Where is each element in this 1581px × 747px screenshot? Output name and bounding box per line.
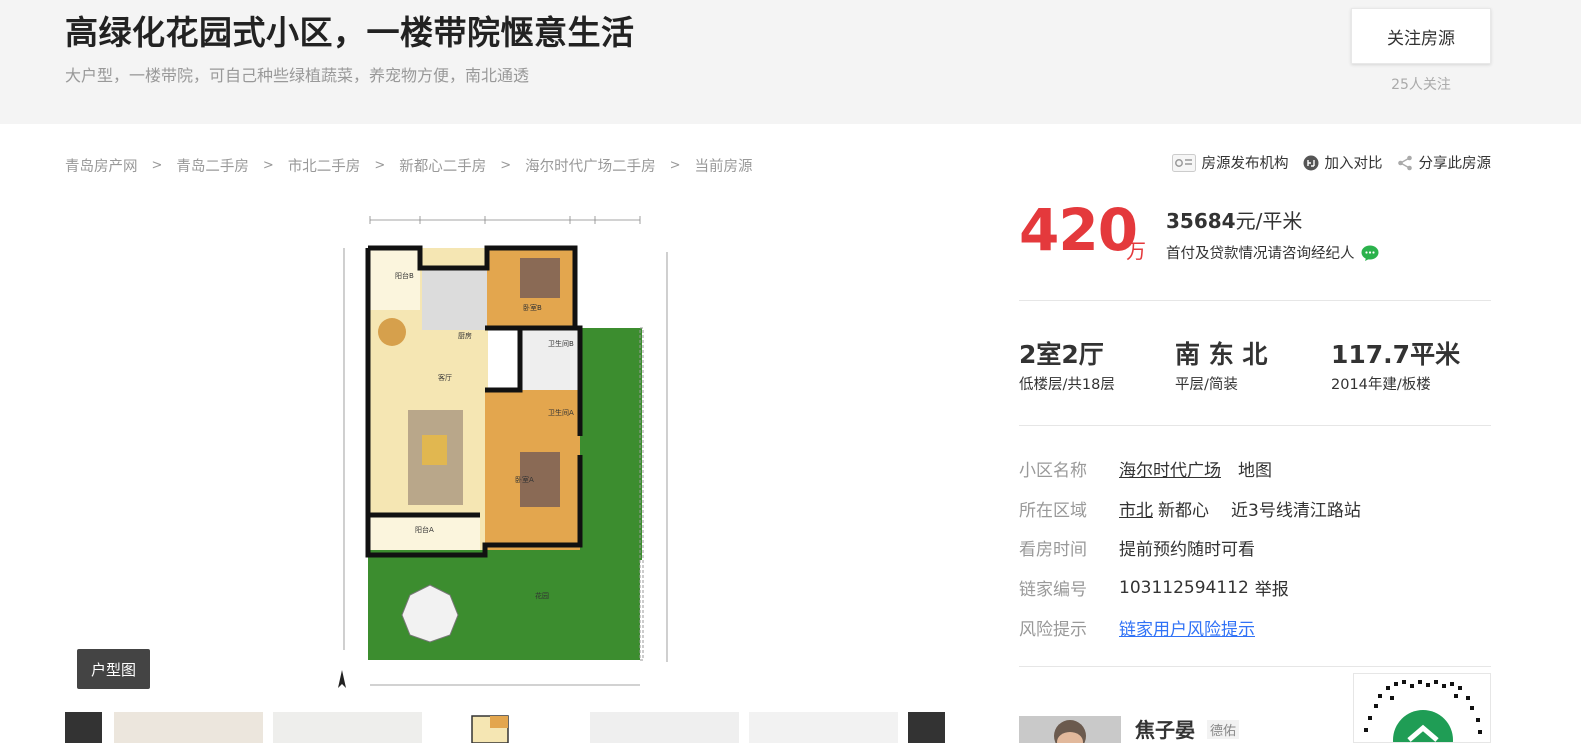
total-price-unit: 万	[1126, 239, 1146, 263]
floor-plan-image[interactable]: 阳台B 厨房 卧室B 卫生间B 客厅 卫生间A 卧室A 阳台A 花园	[330, 210, 680, 695]
thumbnail-image[interactable]	[590, 712, 739, 743]
visit-time-value: 提前预约随时可看	[1119, 540, 1255, 560]
room-label: 卧室A	[515, 475, 534, 484]
room-label: 厨房	[458, 331, 472, 340]
breadcrumb: 青岛房产网 > 青岛二手房 > 市北二手房 > 新都心二手房 > 海尔时代广场二…	[65, 155, 753, 176]
page-title: 高绿化花园式小区，一楼带院惬意生活	[65, 13, 635, 52]
info-row-risk: 风险提示 链家用户风险提示	[1019, 615, 1255, 640]
listing-id-value: 103112594112	[1119, 577, 1249, 598]
publisher-info-button[interactable]: 房源发布机构	[1171, 152, 1289, 173]
loan-consult-tip[interactable]: 首付及贷款情况请咨询经纪人	[1166, 242, 1379, 263]
community-map-link[interactable]: 地图	[1238, 456, 1272, 481]
subarea-link[interactable]: 新都心	[1158, 496, 1209, 521]
room-label: 阳台B	[395, 271, 414, 280]
id-card-icon	[1171, 153, 1196, 172]
room-label: 花园	[535, 591, 549, 600]
compare-label: 加入对比	[1324, 156, 1383, 172]
breadcrumb-current: 当前房源	[694, 159, 753, 175]
spec-sub: 平层/简装	[1175, 377, 1238, 393]
info-label: 所在区域	[1019, 501, 1087, 521]
community-name-link[interactable]: 海尔时代广场	[1119, 456, 1221, 481]
breadcrumb-item[interactable]: 青岛房产网	[65, 155, 138, 176]
compare-icon	[1303, 155, 1318, 170]
agent-name[interactable]: 焦子晏	[1135, 714, 1195, 743]
info-row-id: 链家编号 103112594112 举报	[1019, 575, 1289, 601]
spec-sub: 低楼层/共18层	[1019, 377, 1115, 393]
qr-code	[1353, 673, 1491, 743]
thumbnail-prev-button[interactable]	[65, 712, 102, 743]
share-listing-button[interactable]: 分享此房源	[1397, 152, 1492, 173]
share-icon	[1397, 155, 1412, 170]
info-label: 风险提示	[1019, 620, 1087, 640]
spec-main: 南 东 北	[1175, 340, 1268, 369]
room-label: 卫生间A	[548, 408, 574, 417]
follow-count: 25人关注	[1391, 77, 1451, 93]
thumbnail-image[interactable]	[114, 712, 263, 743]
metro-info: 近3号线清江路站	[1231, 501, 1361, 521]
unit-price-unit: 元/平米	[1235, 209, 1303, 233]
divider	[1019, 666, 1491, 667]
spec-layout: 2室2厅 低楼层/共18层	[1019, 335, 1115, 394]
breadcrumb-separator: >	[669, 158, 681, 173]
report-link[interactable]: 举报	[1255, 575, 1289, 600]
unit-price-value: 35684	[1166, 209, 1236, 233]
loan-tip-text: 首付及贷款情况请咨询经纪人	[1166, 246, 1355, 262]
agent-photo-icon	[1019, 716, 1121, 743]
divider	[1019, 425, 1491, 426]
breadcrumb-separator: >	[151, 158, 163, 173]
info-label: 链家编号	[1019, 580, 1087, 600]
qr-code-icon	[1364, 680, 1482, 742]
thumbnail-image[interactable]	[432, 712, 581, 744]
info-label: 小区名称	[1019, 461, 1087, 481]
total-price: 420	[1019, 196, 1138, 264]
thumbnail-next-button[interactable]	[908, 712, 945, 743]
room-label: 卫生间B	[548, 339, 574, 348]
add-compare-button[interactable]: 加入对比	[1303, 152, 1383, 173]
info-label: 看房时间	[1019, 540, 1087, 560]
district-link[interactable]: 市北	[1119, 496, 1153, 521]
room-label: 客厅	[438, 373, 452, 382]
agent-brand-badge: 德佑	[1207, 720, 1240, 739]
divider	[1019, 300, 1491, 301]
breadcrumb-item[interactable]: 市北二手房	[288, 155, 361, 176]
thumbnail-strip	[65, 712, 945, 744]
share-label: 分享此房源	[1418, 156, 1492, 172]
listing-tools: 房源发布机构 加入对比 分享此房源	[1158, 152, 1492, 173]
spec-area: 117.7平米 2014年建/板楼	[1331, 335, 1460, 394]
floor-plan-tag[interactable]: 户型图	[77, 649, 150, 689]
room-label: 卧室B	[523, 303, 542, 312]
spec-main: 117.7平米	[1331, 340, 1461, 369]
spec-main: 2室2厅	[1019, 340, 1104, 369]
room-label: 阳台A	[415, 525, 434, 534]
agent-avatar[interactable]	[1019, 716, 1121, 743]
info-row-area: 所在区域 市北 新都心 近3号线清江路站	[1019, 496, 1361, 521]
thumbnail-floorplan-icon	[471, 715, 509, 744]
info-row-community: 小区名称 海尔时代广场 地图	[1019, 456, 1272, 481]
info-row-visit: 看房时间 提前预约随时可看	[1019, 535, 1255, 560]
risk-notice-link[interactable]: 链家用户风险提示	[1119, 615, 1255, 640]
unit-price: 35684元/平米	[1166, 205, 1302, 234]
breadcrumb-item[interactable]: 新都心二手房	[399, 155, 486, 176]
thumbnail-image[interactable]	[749, 712, 898, 743]
breadcrumb-item[interactable]: 青岛二手房	[176, 155, 249, 176]
follow-listing-button[interactable]: 关注房源	[1351, 8, 1491, 64]
spec-orientation: 南 东 北 平层/简装	[1175, 335, 1267, 394]
spec-sub: 2014年建/板楼	[1331, 377, 1431, 393]
publisher-label: 房源发布机构	[1201, 156, 1289, 172]
page-subtitle: 大户型，一楼带院，可自己种些绿植蔬菜，养宠物方便，南北通透	[65, 66, 530, 85]
breadcrumb-separator: >	[374, 158, 386, 173]
thumbnail-image[interactable]	[273, 712, 422, 743]
breadcrumb-separator: >	[500, 158, 512, 173]
breadcrumb-separator: >	[262, 158, 274, 173]
breadcrumb-item[interactable]: 海尔时代广场二手房	[525, 155, 656, 176]
wechat-chat-icon[interactable]	[1361, 245, 1379, 261]
